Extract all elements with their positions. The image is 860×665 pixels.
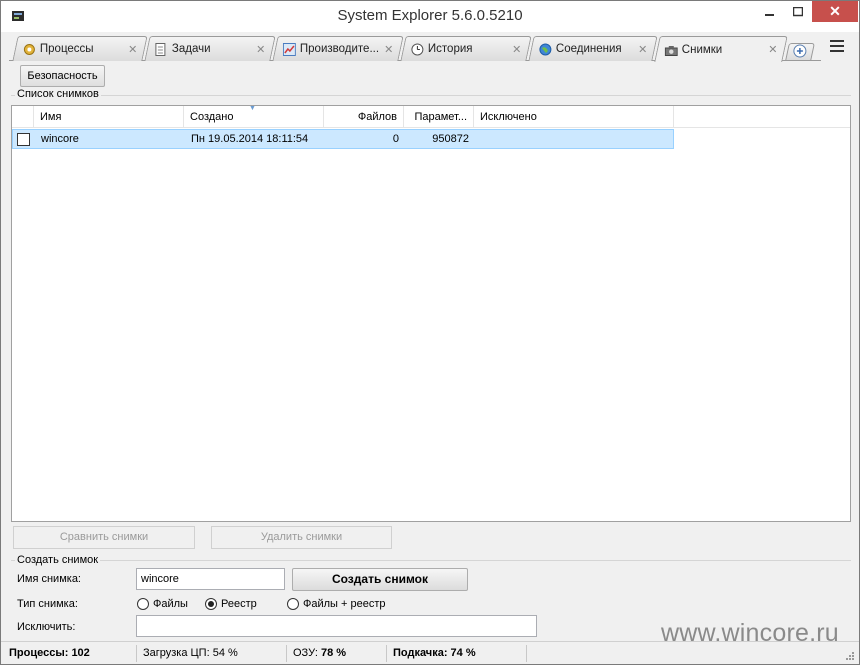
radio-button-selected[interactable] [205, 598, 217, 610]
table-row[interactable]: wincore Пн 19.05.2014 18:11:54 0 950872 [12, 129, 674, 149]
tab-connections[interactable]: Соединения ✕ [528, 36, 658, 61]
performance-icon [282, 42, 296, 56]
type-radio-registry[interactable]: Реестр [205, 598, 257, 610]
document-icon [154, 42, 168, 56]
snapshot-name-input[interactable] [136, 568, 285, 590]
tab-close-icon[interactable]: ✕ [510, 43, 524, 56]
tab-snapshots[interactable]: Снимки ✕ [654, 36, 788, 62]
type-radio-files[interactable]: Файлы [137, 598, 188, 610]
status-processes: Процессы: 102 [3, 645, 137, 662]
tab-processes[interactable]: Процессы ✕ [12, 36, 148, 61]
maximize-button[interactable] [784, 1, 811, 22]
menu-icon[interactable] [830, 40, 844, 54]
column-header-files[interactable]: Файлов [324, 106, 404, 128]
compare-snapshots-button[interactable]: Сравнить снимки [13, 526, 195, 549]
snapshot-name-label: Имя снимка: [17, 573, 81, 585]
exclude-label: Исключить: [17, 621, 76, 633]
delete-snapshots-button[interactable]: Удалить снимки [211, 526, 392, 549]
column-header-checkbox[interactable] [12, 106, 34, 128]
close-icon: ✕ [829, 3, 841, 19]
tab-close-icon[interactable]: ✕ [254, 43, 268, 56]
maximize-icon [792, 6, 803, 16]
column-header-excluded[interactable]: Исключено [474, 106, 674, 128]
minimize-button[interactable] [756, 1, 783, 22]
status-cpu: Загрузка ЦП: 54 % [137, 645, 287, 662]
plus-icon [793, 44, 807, 61]
exclude-input[interactable] [136, 615, 537, 637]
tab-history[interactable]: История ✕ [400, 36, 532, 61]
group-divider [11, 560, 851, 561]
title-bar: System Explorer 5.6.0.5210 ✕ [1, 1, 859, 32]
tab-close-icon[interactable]: ✕ [382, 43, 396, 56]
add-tab-button[interactable] [785, 43, 815, 61]
tab-bar: Процессы ✕ Задачи ✕ Производите... ✕ Ист… [1, 32, 859, 62]
tab-close-icon[interactable]: ✕ [126, 43, 140, 56]
window-title: System Explorer 5.6.0.5210 [337, 7, 523, 24]
create-snapshot-caption: Создать снимок [15, 554, 101, 566]
cell-name: wincore [41, 133, 79, 145]
camera-icon [664, 43, 678, 57]
snapshot-type-label: Тип снимка: [17, 598, 78, 610]
cell-excluded [475, 130, 675, 148]
close-button[interactable]: ✕ [812, 1, 858, 22]
resize-grip-icon[interactable] [843, 649, 855, 661]
status-bar: Процессы: 102 Загрузка ЦП: 54 % ОЗУ: 78 … [1, 641, 859, 664]
security-button[interactable]: Безопасность [20, 65, 105, 87]
gear-icon [22, 42, 36, 56]
snapshot-list[interactable]: Имя Создано Файлов Парамет... Исключено … [11, 105, 851, 522]
status-swap: Подкачка: 74 % [387, 645, 527, 662]
row-checkbox[interactable] [17, 133, 30, 146]
radio-button[interactable] [287, 598, 299, 610]
type-radio-files-registry[interactable]: Файлы + реестр [287, 598, 386, 610]
app-window: System Explorer 5.6.0.5210 ✕ Процессы ✕ … [0, 0, 860, 665]
tab-close-icon[interactable]: ✕ [636, 43, 650, 56]
status-ram: ОЗУ: 78 % [287, 645, 387, 662]
cell-created: Пн 19.05.2014 18:11:54 [191, 133, 309, 145]
tab-performance[interactable]: Производите... ✕ [272, 36, 404, 61]
group-divider [11, 95, 851, 96]
clock-icon [410, 42, 424, 56]
cell-params: 950872 [432, 133, 469, 145]
snapshot-list-caption: Список снимков [15, 88, 101, 100]
column-header-name[interactable]: Имя [34, 106, 184, 128]
globe-icon [538, 42, 552, 56]
sort-arrow-icon: ▼ [249, 105, 256, 112]
tab-close-icon[interactable]: ✕ [766, 43, 780, 56]
create-snapshot-button[interactable]: Создать снимок [292, 568, 468, 591]
list-header: Имя Создано Файлов Парамет... Исключено … [12, 105, 850, 128]
cell-files: 0 [392, 133, 399, 145]
minimize-icon [764, 13, 774, 16]
tab-tasks[interactable]: Задачи ✕ [144, 36, 276, 61]
radio-button[interactable] [137, 598, 149, 610]
column-header-params[interactable]: Парамет... [404, 106, 474, 128]
